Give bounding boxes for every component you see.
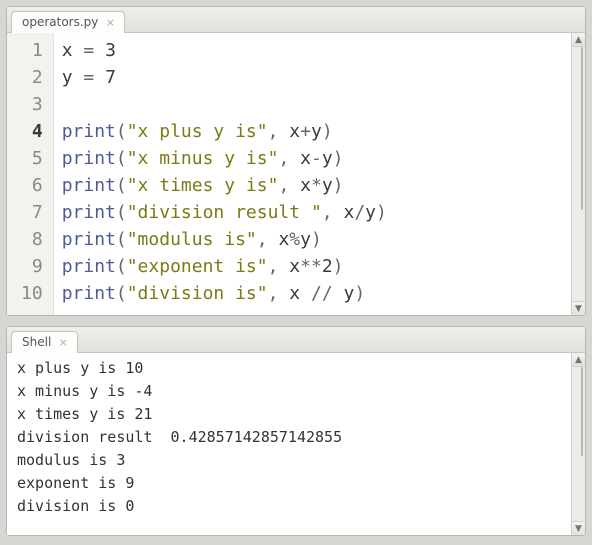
scroll-up-icon[interactable]: ▲ — [572, 33, 585, 47]
shell-panel: Shell × x plus y is 10 x minus y is -4 x… — [6, 326, 586, 536]
line-gutter: 12345678910 — [7, 33, 54, 315]
tab-label: operators.py — [22, 15, 98, 29]
shell-output[interactable]: x plus y is 10 x minus y is -4 x times y… — [7, 353, 571, 535]
shell-content: x plus y is 10 x minus y is -4 x times y… — [7, 353, 585, 535]
code-editor[interactable]: 12345678910 x = 3 y = 7 print("x plus y … — [7, 33, 571, 315]
scroll-thumb[interactable] — [581, 367, 583, 456]
editor-content: 12345678910 x = 3 y = 7 print("x plus y … — [7, 33, 585, 315]
scroll-thumb[interactable] — [581, 47, 583, 210]
scroll-up-icon[interactable]: ▲ — [572, 353, 585, 367]
tab-operators-py[interactable]: operators.py × — [11, 11, 125, 33]
close-icon[interactable]: × — [57, 336, 69, 348]
shell-tabstrip: Shell × — [7, 327, 585, 353]
editor-scrollbar[interactable]: ▲ ▼ — [571, 33, 585, 315]
tab-label: Shell — [22, 335, 51, 349]
scroll-down-icon[interactable]: ▼ — [572, 521, 585, 535]
close-icon[interactable]: × — [104, 16, 116, 28]
scroll-down-icon[interactable]: ▼ — [572, 301, 585, 315]
editor-panel: operators.py × 12345678910 x = 3 y = 7 p… — [6, 6, 586, 316]
shell-scrollbar[interactable]: ▲ ▼ — [571, 353, 585, 535]
editor-tabstrip: operators.py × — [7, 7, 585, 33]
code-text[interactable]: x = 3 y = 7 print("x plus y is", x+y) pr… — [54, 33, 395, 315]
tab-shell[interactable]: Shell × — [11, 331, 78, 353]
